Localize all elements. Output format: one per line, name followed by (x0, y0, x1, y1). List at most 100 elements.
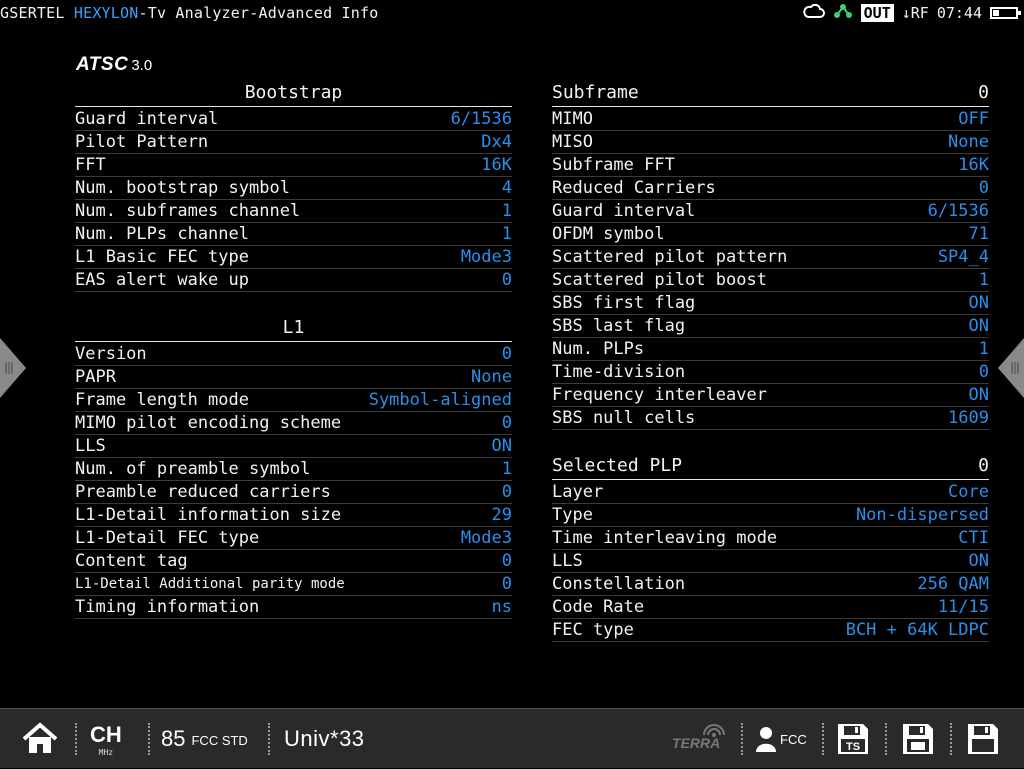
table-row: Num. PLPs 1 (552, 338, 989, 361)
next-page-arrow-icon[interactable] (998, 338, 1024, 398)
logo-version: 3.0 (131, 56, 153, 74)
subframe-title: Subframe (552, 81, 639, 103)
table-row: Pilot Pattern Dx4 (75, 131, 512, 154)
ch-label: CH (90, 721, 122, 747)
row-value: 16K (958, 155, 989, 175)
table-row: Layer Core (552, 481, 989, 504)
antenna-icon (703, 724, 725, 737)
row-label: L1 Basic FEC type (75, 247, 249, 267)
row-label: SBS first flag (552, 293, 696, 313)
row-label: MIMO pilot encoding scheme (75, 413, 342, 433)
table-row: OFDM symbol 71 (552, 223, 989, 246)
network-icon[interactable] (833, 3, 853, 23)
user-icon (756, 727, 776, 752)
universe-selector[interactable]: Univ*33 (284, 709, 365, 769)
row-value: ns (491, 597, 512, 617)
row-value: ON (968, 551, 989, 571)
table-row: L1-Detail Additional parity mode 0 (75, 573, 512, 596)
table-row: Reduced Carriers 0 (552, 177, 989, 200)
app-title: GSERTEL HEXYLON-Tv Analyzer-Advanced Inf… (0, 4, 378, 22)
row-label: Layer (552, 482, 604, 502)
row-label: Type (552, 505, 593, 525)
row-label: FFT (75, 155, 106, 175)
row-label: Frame length mode (75, 390, 249, 410)
row-value: ON (968, 293, 989, 313)
table-row: EAS alert wake up 0 (75, 269, 512, 292)
table-row: SBS first flag ON (552, 292, 989, 315)
table-row: Code Rate 11/15 (552, 596, 989, 619)
table-row: Num. PLPs channel 1 (75, 223, 512, 246)
save-button[interactable] (967, 709, 999, 769)
table-row: Constellation 256 QAM (552, 573, 989, 596)
row-label: Constellation (552, 574, 686, 594)
row-value: 11/15 (937, 597, 989, 617)
save-screen-icon (903, 724, 933, 754)
table-row: Time-division 0 (552, 361, 989, 384)
row-label: Preamble reduced carriers (75, 482, 331, 502)
save-ts-label: TS (846, 741, 860, 753)
row-label: OFDM symbol (552, 224, 665, 244)
table-row: Guard interval 6/1536 (75, 108, 512, 131)
row-label: Timing information (75, 597, 260, 617)
row-value: 1 (978, 270, 989, 290)
row-label: Guard interval (552, 201, 696, 221)
row-label: L1-Detail FEC type (75, 528, 260, 548)
row-value: None (948, 132, 989, 152)
rf-indicator[interactable]: ↓RF (902, 4, 929, 22)
bootstrap-rows: Guard interval 6/1536 Pilot Pattern Dx4 FFT 1… (75, 108, 512, 292)
row-label: Scattered pilot pattern (552, 247, 788, 267)
universe-label: Univ*33 (284, 726, 365, 751)
row-label: SBS last flag (552, 316, 686, 336)
row-value: 0 (501, 574, 512, 594)
row-label: Num. bootstrap symbol (75, 178, 290, 198)
row-label: PAPR (75, 367, 116, 387)
row-value: 0 (978, 362, 989, 382)
save-ts-button[interactable]: TS (837, 709, 869, 769)
top-status-bar: GSERTEL HEXYLON-Tv Analyzer-Advanced Inf… (0, 0, 1024, 26)
row-label: L1-Detail Additional parity mode (75, 576, 345, 592)
row-value: 0 (978, 178, 989, 198)
home-icon (22, 722, 58, 753)
row-value: 1 (501, 459, 512, 479)
left-column: Bootstrap Guard interval 6/1536 Pilot Patt… (75, 78, 512, 619)
plp-heading: Selected PLP 0 (552, 451, 989, 480)
table-row: FFT 16K (75, 154, 512, 177)
l1-rows: Version 0 PAPR None Frame length mode Symbol-… (75, 343, 512, 619)
table-row: L1-Detail information size 29 (75, 504, 512, 527)
channel-mode-button[interactable]: CH MHz (90, 709, 122, 769)
row-value: 1609 (948, 408, 989, 428)
table-row: Num. bootstrap symbol 4 (75, 177, 512, 200)
region-selector[interactable]: FCC (756, 709, 807, 769)
save-screen-button[interactable] (902, 709, 934, 769)
l1-heading: L1 (75, 313, 512, 342)
save-ts-icon: TS (838, 724, 868, 754)
ch-unit: MHz (98, 747, 114, 757)
row-value: 0 (501, 270, 512, 290)
row-label: MIMO (552, 109, 593, 129)
table-row: MIMO pilot encoding scheme 0 (75, 412, 512, 435)
prev-page-arrow-icon[interactable] (0, 338, 26, 398)
row-label: Num. subframes channel (75, 201, 301, 221)
cloud-icon[interactable] (802, 3, 825, 23)
row-value: Mode3 (460, 528, 512, 548)
channel-selector[interactable]: 85 FCC STD (161, 709, 248, 769)
row-label: Code Rate (552, 597, 645, 617)
row-value: 0 (501, 344, 512, 364)
bottom-toolbar: CH MHz 85 FCC STD Univ*33 TERRA FCC TS (0, 708, 1024, 768)
home-button[interactable] (22, 709, 58, 769)
out-badge[interactable]: OUT (860, 4, 894, 22)
atsc-logo: ATSC 3.0 (76, 52, 152, 78)
table-row: MISO None (552, 131, 989, 154)
table-row: Num. of preamble symbol 1 (75, 458, 512, 481)
terra-mode[interactable]: TERRA (672, 709, 725, 769)
table-row: Scattered pilot pattern SP4_4 (552, 246, 989, 269)
window-title: -Tv Analyzer-Advanced Info (138, 4, 379, 22)
row-label: Guard interval (75, 109, 219, 129)
row-label: EAS alert wake up (75, 270, 249, 290)
region-label: FCC (780, 731, 807, 747)
row-value: CTI (958, 528, 989, 548)
table-row: Version 0 (75, 343, 512, 366)
battery-icon (990, 7, 1021, 19)
row-label: Version (75, 344, 147, 364)
subframe-rows: MIMO OFF MISO None Subframe FFT 16K Reduced Ca… (552, 108, 989, 430)
